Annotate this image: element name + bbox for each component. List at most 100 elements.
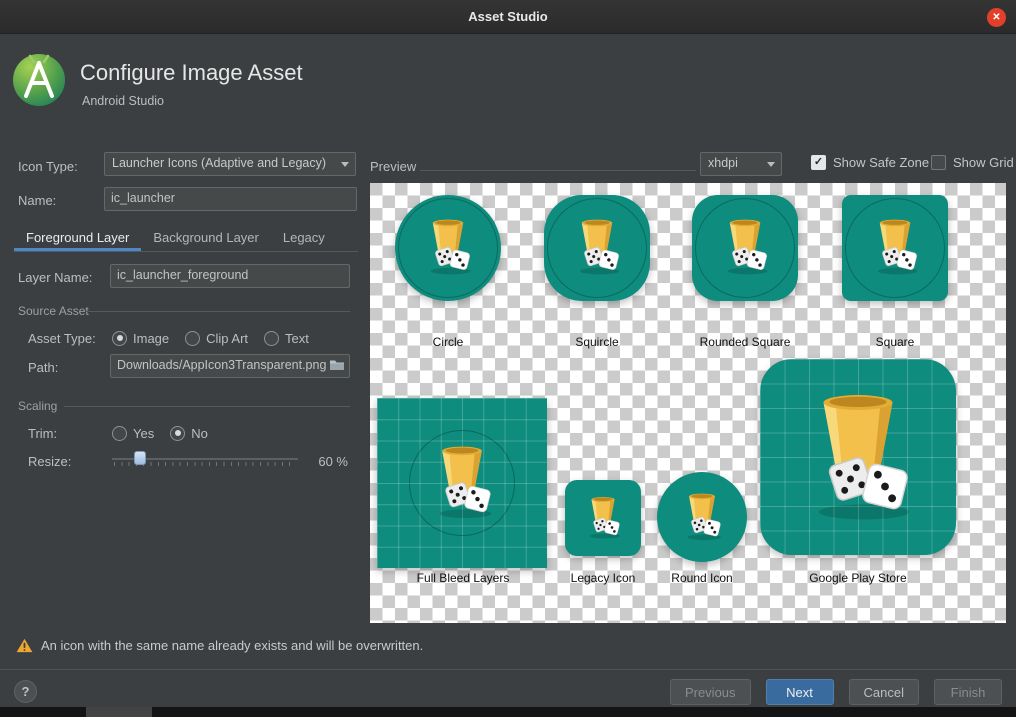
cup-dice-art — [783, 380, 933, 530]
cup-dice-art — [419, 438, 505, 524]
tab-foreground-layer[interactable]: Foreground Layer — [14, 224, 141, 251]
asset-studio-dialog: Asset Studio ✕ Configure Image Asset And… — [0, 0, 1016, 717]
checkbox-unchecked-icon — [931, 155, 946, 170]
trim-yes-radio[interactable]: Yes — [112, 425, 155, 441]
preview-squircle-icon — [544, 195, 650, 301]
icon-type-value: Launcher Icons (Adaptive and Legacy) — [112, 156, 327, 170]
asset-type-radio-group: Image Clip Art Text — [112, 329, 325, 347]
window-title: Asset Studio — [468, 9, 548, 24]
dialog-subtitle: Android Studio — [82, 94, 165, 108]
asset-type-label: Asset Type: — [28, 331, 96, 346]
radio-icon — [185, 330, 201, 346]
radio-label: Image — [133, 330, 170, 346]
icon-type-dropdown[interactable]: Launcher Icons (Adaptive and Legacy) — [104, 152, 356, 176]
warning-row: An icon with the same name already exist… — [16, 638, 423, 653]
cup-dice-art — [578, 492, 628, 542]
show-grid-label: Show Grid — [953, 155, 1014, 170]
cup-dice-art — [712, 213, 778, 279]
close-icon: ✕ — [992, 11, 1001, 23]
tile-label: Legacy Icon — [570, 571, 636, 585]
help-button[interactable]: ? — [14, 680, 37, 703]
show-grid-checkbox[interactable]: Show Grid — [931, 155, 1014, 170]
footer-divider — [0, 669, 1016, 670]
radio-icon — [264, 330, 280, 346]
tile-label: Circle — [432, 335, 464, 349]
cup-dice-art — [862, 213, 928, 279]
footer-buttons: Previous Next Cancel Finish — [669, 679, 1002, 705]
cancel-button[interactable]: Cancel — [848, 679, 919, 705]
warning-text: An icon with the same name already exist… — [41, 638, 424, 653]
android-studio-logo-icon — [13, 54, 65, 106]
source-asset-section-label: Source Asset — [18, 304, 89, 318]
close-button[interactable]: ✕ — [987, 8, 1006, 27]
background-window-sliver — [86, 707, 152, 717]
tab-legacy[interactable]: Legacy — [271, 224, 337, 251]
layer-name-label: Layer Name: — [18, 270, 93, 285]
resize-slider[interactable] — [112, 449, 298, 469]
preview-board: Circle Squircle Rounded Square Square Fu… — [370, 183, 1006, 623]
preview-rounded-square-icon — [692, 195, 798, 301]
show-safe-zone-checkbox[interactable]: ✓ Show Safe Zone — [811, 155, 929, 170]
path-input[interactable]: Downloads/AppIcon3Transparent.png — [110, 354, 350, 378]
resize-label: Resize: — [28, 454, 72, 469]
density-value: xhdpi — [708, 156, 738, 170]
tile-label: Squircle — [575, 335, 619, 349]
trim-radio-group: Yes No — [112, 424, 224, 442]
chevron-down-icon — [341, 162, 349, 167]
asset-type-clipart-radio[interactable]: Clip Art — [185, 330, 249, 346]
layer-name-input[interactable]: ic_launcher_foreground — [110, 264, 350, 288]
titlebar: Asset Studio ✕ — [0, 0, 1016, 34]
trim-no-radio[interactable]: No — [170, 425, 208, 441]
tile-label: Square — [875, 335, 915, 349]
resize-value: 60 % — [318, 454, 348, 469]
radio-label: Text — [285, 330, 309, 346]
finish-button[interactable]: Finish — [934, 679, 1002, 705]
next-button[interactable]: Next — [765, 679, 834, 705]
cup-dice-art — [415, 213, 481, 279]
radio-label: Clip Art — [206, 330, 249, 346]
browse-folder-button[interactable] — [328, 358, 346, 374]
density-dropdown[interactable]: xhdpi — [700, 152, 782, 176]
path-label: Path: — [28, 360, 59, 375]
radio-selected-icon — [112, 330, 127, 346]
tile-label: Google Play Store — [809, 571, 907, 585]
checkbox-checked-icon: ✓ — [811, 155, 826, 170]
radio-icon — [112, 425, 127, 441]
scaling-divider — [64, 406, 350, 407]
previous-button[interactable]: Previous — [669, 679, 751, 705]
preview-square-icon — [842, 195, 948, 301]
scaling-section-label: Scaling — [18, 399, 58, 413]
chevron-down-icon — [767, 162, 775, 167]
background-strip — [0, 707, 1016, 717]
preview-circle-icon — [395, 195, 501, 301]
folder-icon — [330, 360, 344, 370]
tab-background-layer[interactable]: Background Layer — [141, 224, 271, 251]
tile-label: Rounded Square — [699, 335, 791, 349]
preview-full-bleed-icon — [377, 398, 547, 568]
radio-selected-icon — [170, 425, 186, 441]
cup-dice-art — [674, 488, 730, 544]
preview-legacy-icon — [565, 480, 641, 556]
preview-play-store-icon — [760, 359, 956, 555]
asset-type-text-radio[interactable]: Text — [264, 330, 309, 346]
radio-label: No — [191, 425, 208, 441]
cup-dice-art — [564, 213, 630, 279]
layer-tabs: Foreground Layer Background Layer Legacy — [14, 224, 358, 252]
radio-label: Yes — [133, 425, 155, 441]
dialog-title: Configure Image Asset — [80, 60, 303, 85]
warning-icon — [16, 638, 33, 653]
preview-round-icon — [657, 472, 747, 562]
tile-label: Full Bleed Layers — [416, 571, 510, 585]
name-input[interactable]: ic_launcher — [104, 187, 357, 211]
show-safe-zone-label: Show Safe Zone — [833, 155, 930, 170]
slider-thumb[interactable] — [133, 451, 146, 465]
icon-type-label: Icon Type: — [18, 159, 78, 174]
trim-label: Trim: — [28, 426, 58, 441]
preview-divider — [420, 170, 696, 171]
tile-label: Round Icon — [671, 571, 733, 585]
name-label: Name: — [18, 193, 57, 208]
path-value: Downloads/AppIcon3Transparent.png — [117, 358, 327, 372]
preview-label: Preview — [370, 159, 417, 174]
source-asset-divider — [86, 311, 350, 312]
asset-type-image-radio[interactable]: Image — [112, 330, 170, 346]
